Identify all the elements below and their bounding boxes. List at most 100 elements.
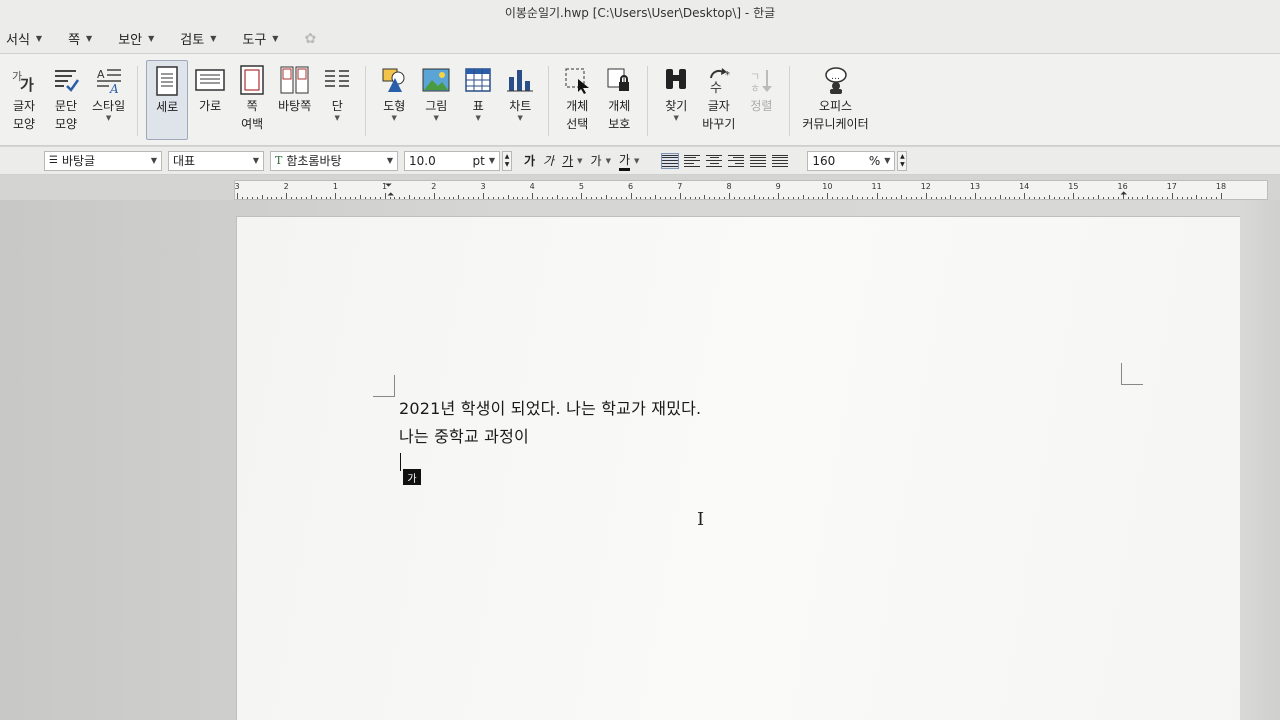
ruler-tick xyxy=(1078,197,1080,199)
style-button[interactable]: AA 스타일 ▼ xyxy=(88,60,129,140)
ruler-tick xyxy=(1034,197,1036,199)
ruler-tick xyxy=(783,197,785,199)
divide-button[interactable] xyxy=(772,154,789,168)
ruler-tick xyxy=(1206,197,1208,199)
ruler-tick xyxy=(743,197,745,199)
page-margin-button[interactable]: 쪽 여백 xyxy=(232,60,272,140)
shape-button[interactable]: 도형 ▼ xyxy=(374,60,414,140)
table-icon xyxy=(462,64,494,96)
ruler-tick xyxy=(512,197,514,199)
document-text-line-2[interactable]: 나는 중학교 과정이 xyxy=(399,423,529,447)
chevron-down-icon: ▼ xyxy=(148,34,155,43)
para-shape-label-1: 문단 xyxy=(54,99,78,113)
ruler-tick xyxy=(591,197,593,199)
menu-format-label: 서식 xyxy=(6,33,30,48)
workspace-right-edge xyxy=(1240,200,1280,720)
picture-button[interactable]: 그림 ▼ xyxy=(416,60,456,140)
ruler-tick xyxy=(463,197,465,199)
ruler-tick xyxy=(404,197,406,199)
font-unit-wrap: pt ▼ xyxy=(473,154,495,168)
para-shape-button[interactable]: 문단 모양 xyxy=(46,60,86,140)
office-communicator-button[interactable]: … 오피스 커뮤니케이터 xyxy=(798,60,872,140)
bold-button[interactable]: 가 xyxy=(524,152,535,169)
italic-button[interactable]: 가 xyxy=(543,152,554,169)
object-select-icon xyxy=(561,64,593,96)
replace-button[interactable]: * 수 글자 바꾸기 xyxy=(698,60,739,140)
outline-label: 가 xyxy=(590,154,602,168)
menu-security[interactable]: 보안 ▼ xyxy=(118,29,154,48)
ruler-tick xyxy=(1137,197,1139,199)
menu-format[interactable]: 서식 ▼ xyxy=(6,29,42,48)
menu-page[interactable]: 쪽 ▼ xyxy=(68,29,92,48)
line-spacing-unit-wrap: % ▼ xyxy=(869,154,891,168)
find-button[interactable]: 찾기 ▼ xyxy=(656,60,696,140)
underline-button[interactable]: 가 ▼ xyxy=(562,152,582,169)
ruler-tick xyxy=(483,193,484,199)
office-communicator-label-1: 오피스 xyxy=(818,99,853,113)
ruler-tick xyxy=(729,193,730,199)
style-select[interactable]: ☰ 바탕글 ▼ xyxy=(44,150,162,171)
menu-review[interactable]: 검토 ▼ xyxy=(180,29,216,48)
ruler-tick xyxy=(989,197,991,199)
object-select-button[interactable]: 개체 선택 xyxy=(557,60,597,140)
font-size-input[interactable]: 10.0 pt ▼ xyxy=(404,150,500,171)
language-select[interactable]: 대표 ▼ xyxy=(168,150,264,171)
font-color-button[interactable]: 가 ▼ xyxy=(618,151,639,171)
align-left-button[interactable] xyxy=(684,154,701,168)
page-margin-icon xyxy=(236,64,268,96)
document-page[interactable]: 2021년 학생이 되었다. 나는 학교가 재밌다. 나는 중학교 과정이 가 … xyxy=(236,216,1266,720)
distribute-button[interactable] xyxy=(750,154,767,168)
ruler-tick xyxy=(542,197,544,199)
ruler-tick xyxy=(960,197,962,199)
ruler-number: 12 xyxy=(920,182,931,191)
sort-button[interactable]: ㄱㅎ 정렬 xyxy=(741,60,781,140)
ruler-tick xyxy=(428,197,430,199)
char-shape-label-2: 모양 xyxy=(12,117,36,131)
chevron-down-icon: ▼ xyxy=(433,114,439,122)
ruler-tick xyxy=(935,197,937,199)
ruler-tick xyxy=(768,197,770,199)
chevron-down-icon: ▼ xyxy=(150,156,157,165)
background-page-button[interactable]: 바탕쪽 xyxy=(274,60,315,140)
chevron-down-icon: ▼ xyxy=(475,114,481,122)
document-text-line-1[interactable]: 2021년 학생이 되었다. 나는 학교가 재밌다. xyxy=(399,395,701,419)
ruler-tick xyxy=(650,197,652,199)
font-size-spinner[interactable]: ▲ ▼ xyxy=(502,150,512,171)
left-indent-marker-icon[interactable]: ⏶ xyxy=(387,190,394,200)
outline-button[interactable]: 가 ▼ xyxy=(591,152,611,169)
ruler-tick xyxy=(399,197,401,199)
menu-tools[interactable]: 도구 ▼ xyxy=(242,29,278,48)
vertical-page-button[interactable]: 세로 xyxy=(146,60,189,140)
paw-icon[interactable]: ✿ xyxy=(304,31,316,47)
ruler-number: 3 xyxy=(234,182,240,191)
ruler-tick xyxy=(325,197,327,199)
horizontal-page-button[interactable]: 가로 xyxy=(190,60,230,140)
horizontal-ruler[interactable]: 3 2 1 1 2 3 4 5 6 7 8 9 10 11 12 13 14 15 16 17 18 ⏷ ⏶ ⏶ xyxy=(234,180,1268,200)
ruler-tick xyxy=(856,197,858,199)
ruler-number: 6 xyxy=(628,182,634,191)
landscape-page-icon xyxy=(194,64,226,96)
ruler-tick xyxy=(891,197,893,199)
column-button[interactable]: 단 ▼ xyxy=(317,60,357,140)
sort-label: 정렬 xyxy=(750,99,773,113)
font-select[interactable]: T 함초롬바탕 ▼ xyxy=(270,150,398,171)
line-spacing-input[interactable]: 160 % ▼ xyxy=(807,150,896,171)
table-button[interactable]: 표 ▼ xyxy=(458,60,498,140)
ruler-tick xyxy=(1176,197,1178,199)
align-justify-button[interactable] xyxy=(661,152,680,169)
ruler-tick xyxy=(906,197,908,199)
align-right-button[interactable] xyxy=(728,154,745,168)
char-shape-button[interactable]: 가가 글자 모양 xyxy=(4,60,44,140)
ribbon-separator xyxy=(789,66,791,136)
chart-button[interactable]: 차트 ▼ xyxy=(500,60,540,140)
object-protect-button[interactable]: 개체 보호 xyxy=(599,60,639,140)
align-center-button[interactable] xyxy=(706,154,723,168)
margin-corner-top-left xyxy=(373,375,395,397)
replace-icon: * 수 xyxy=(703,64,735,96)
ruler-tick xyxy=(453,197,455,199)
ruler-number: 3 xyxy=(480,182,486,191)
right-indent-marker-icon[interactable]: ⏶ xyxy=(1120,189,1127,199)
line-spacing-spinner[interactable]: ▲ ▼ xyxy=(897,150,908,171)
background-page-label: 바탕쪽 xyxy=(278,99,312,113)
ruler-tick xyxy=(340,197,342,199)
